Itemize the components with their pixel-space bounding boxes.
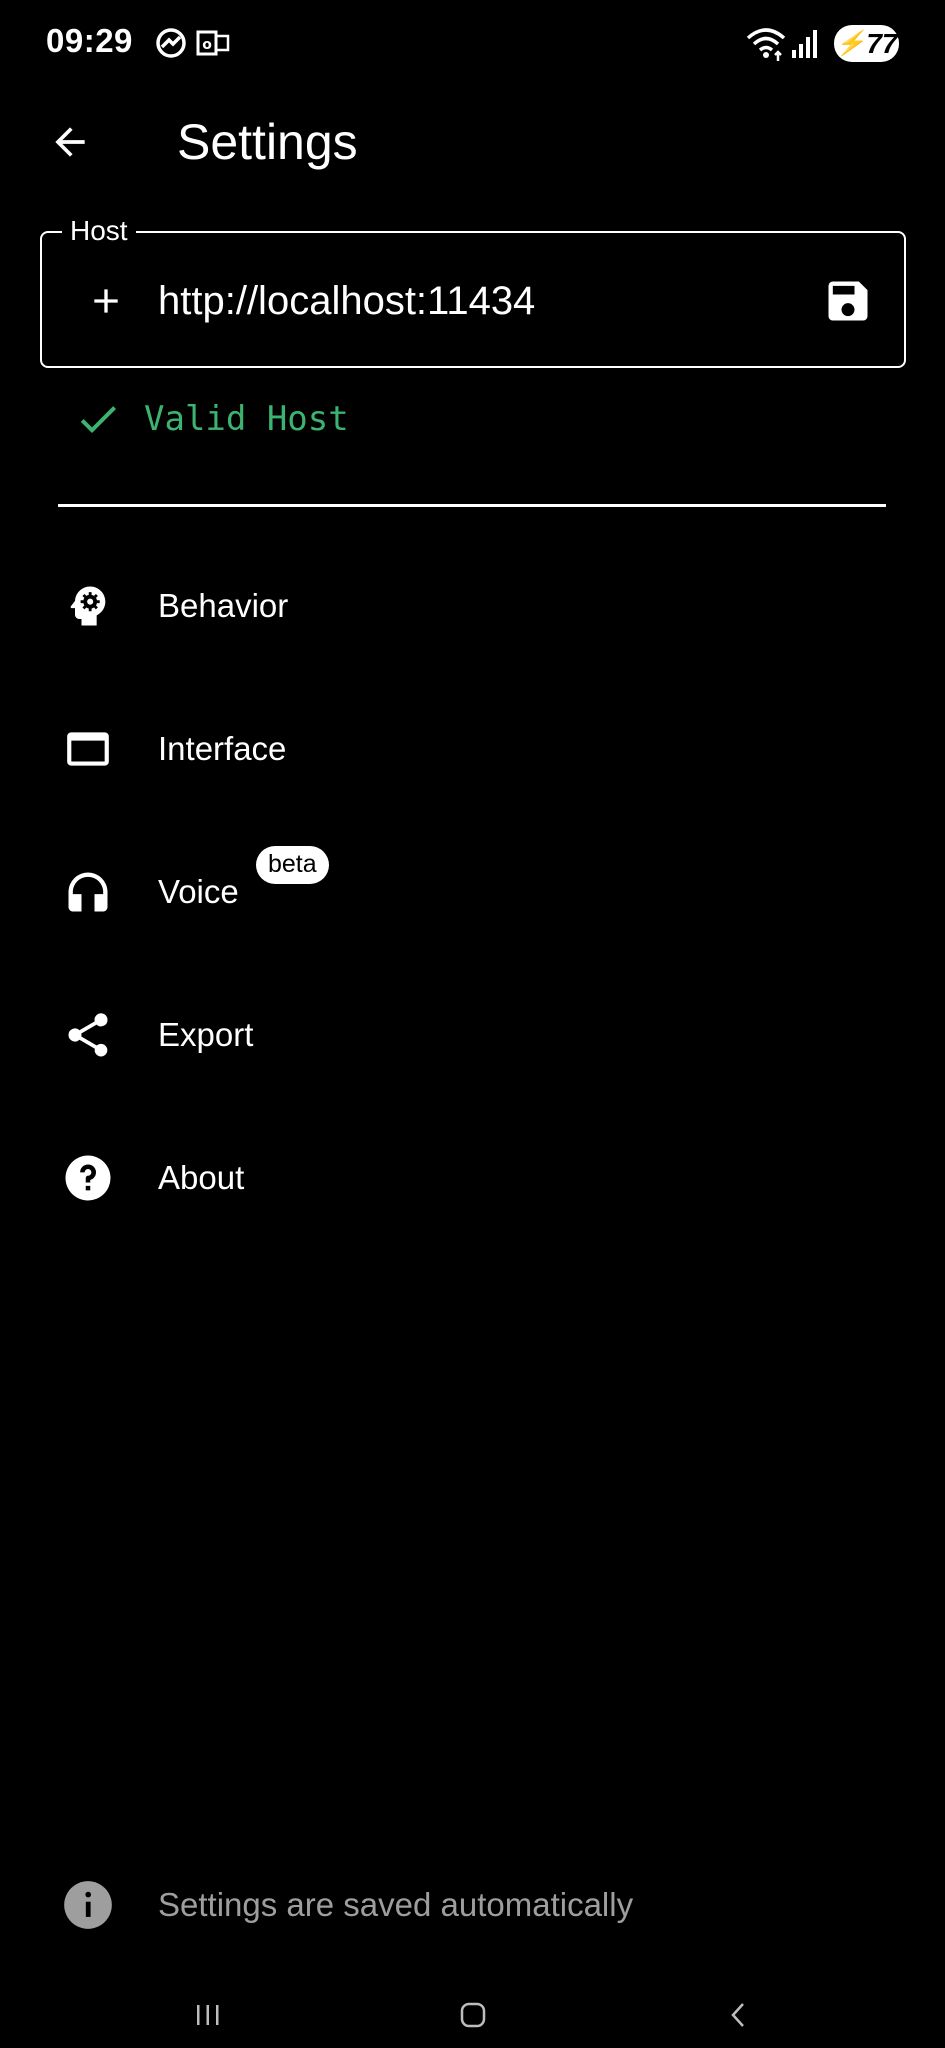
battery-level: 77 xyxy=(866,27,898,59)
host-field: Host xyxy=(40,214,906,368)
recents-icon xyxy=(197,2005,219,2025)
signal-icon xyxy=(790,26,820,65)
window-icon xyxy=(60,721,116,777)
recents-button[interactable] xyxy=(168,1985,248,2045)
home-button[interactable] xyxy=(433,1985,513,2045)
autosave-note: Settings are saved automatically xyxy=(0,1875,945,1935)
beta-badge: beta xyxy=(256,846,329,884)
outlook-icon: o xyxy=(196,26,230,65)
system-navbar xyxy=(0,1985,945,2045)
svg-text:o: o xyxy=(202,37,212,53)
menu-item-label: Voice xyxy=(158,873,239,910)
menu-item-label: Interface xyxy=(158,730,287,767)
save-host-button[interactable] xyxy=(816,269,880,333)
info-icon xyxy=(64,1881,112,1929)
divider xyxy=(58,504,886,507)
chevron-left-icon xyxy=(731,2003,744,2027)
messenger-icon xyxy=(154,26,188,65)
page-title: Settings xyxy=(177,114,358,170)
check-icon xyxy=(80,406,116,433)
arrow-back-icon xyxy=(55,127,85,157)
psychology-icon xyxy=(60,578,116,634)
status-bar: 09:29 o ⚡ 77 xyxy=(0,0,945,90)
save-icon xyxy=(828,281,868,321)
status-time: 09:29 xyxy=(46,22,133,59)
menu-item-interface[interactable]: Interface xyxy=(0,689,945,809)
plus-icon xyxy=(94,289,118,313)
host-label: Host xyxy=(62,214,136,248)
system-back-button[interactable] xyxy=(698,1985,778,2045)
host-status-text: Valid Host xyxy=(144,399,349,439)
menu-item-label: About xyxy=(158,1159,245,1196)
menu-item-voice[interactable]: Voice beta xyxy=(0,832,945,952)
add-host-button[interactable] xyxy=(74,269,138,333)
share-icon xyxy=(60,1007,116,1063)
back-button[interactable] xyxy=(38,110,102,174)
host-input[interactable] xyxy=(158,271,718,331)
help-icon xyxy=(60,1150,116,1206)
home-icon xyxy=(460,2002,486,2028)
menu-item-label: Behavior xyxy=(158,587,289,624)
menu-item-behavior[interactable]: Behavior xyxy=(0,546,945,666)
menu-item-export[interactable]: Export xyxy=(0,975,945,1095)
headphones-icon xyxy=(60,864,116,920)
autosave-text: Settings are saved automatically xyxy=(158,1886,634,1923)
battery-charging-icon: ⚡ 77 xyxy=(834,25,899,62)
menu-item-about[interactable]: About xyxy=(0,1118,945,1238)
host-status: Valid Host xyxy=(74,392,349,446)
wifi-icon xyxy=(744,24,788,67)
menu-item-label: Export xyxy=(158,1016,254,1053)
